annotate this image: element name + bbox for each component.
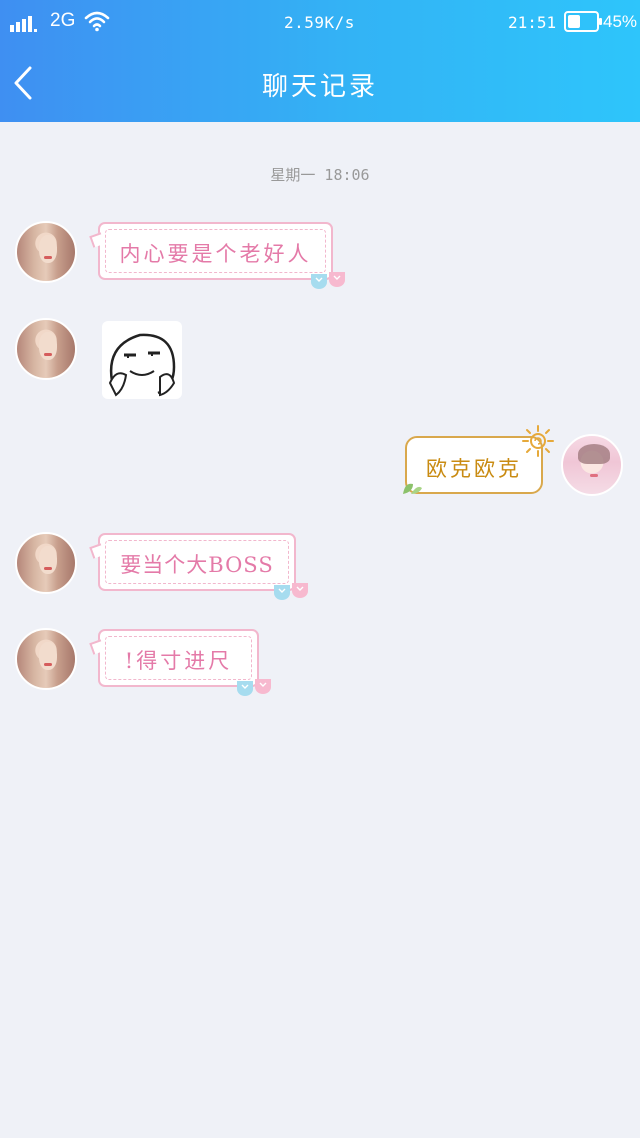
title-bar: 聊天记录 bbox=[0, 44, 640, 122]
smirking-face-sticker[interactable] bbox=[102, 321, 182, 399]
friend-avatar[interactable] bbox=[15, 532, 77, 594]
friend-avatar[interactable] bbox=[15, 628, 77, 690]
net-speed: 2.59K/s bbox=[284, 13, 355, 32]
my-avatar[interactable] bbox=[561, 434, 623, 496]
message-text: 内心要是个老好人 bbox=[119, 242, 312, 266]
battery-icon bbox=[564, 11, 602, 32]
message-bubble[interactable]: 要当个大BOSS bbox=[89, 533, 308, 600]
battery-percent: 45% bbox=[603, 12, 638, 31]
chat-timestamp: 星期一 18:06 bbox=[270, 166, 370, 184]
leaf-icon bbox=[403, 483, 422, 494]
message-bubble[interactable]: 内心要是个老好人 bbox=[89, 222, 345, 289]
page-title: 聊天记录 bbox=[261, 72, 378, 102]
message-bubble[interactable]: !得寸进尺 bbox=[89, 629, 271, 696]
friend-avatar[interactable] bbox=[15, 318, 77, 380]
my-message-bubble[interactable]: 欧克欧克 bbox=[403, 425, 554, 494]
message-text: !得寸进尺 bbox=[124, 649, 233, 673]
status-bar: 2G 2.59K/s 21:51 45% bbox=[0, 0, 640, 44]
signal-icon bbox=[10, 12, 40, 32]
status-time: 21:51 bbox=[508, 13, 557, 32]
network-type: 2G bbox=[50, 10, 76, 31]
app-header: 2G 2.59K/s 21:51 45% 聊天记录 bbox=[0, 0, 640, 122]
sticker-image bbox=[108, 333, 176, 397]
teacups-icon bbox=[237, 679, 271, 696]
battery-level bbox=[568, 15, 580, 28]
message-text: 要当个大BOSS bbox=[120, 553, 274, 577]
teacups-icon bbox=[311, 272, 345, 289]
friend-avatar[interactable] bbox=[15, 221, 77, 283]
sun-icon bbox=[522, 425, 554, 457]
teacups-icon bbox=[274, 583, 308, 600]
wifi-icon bbox=[84, 10, 110, 36]
